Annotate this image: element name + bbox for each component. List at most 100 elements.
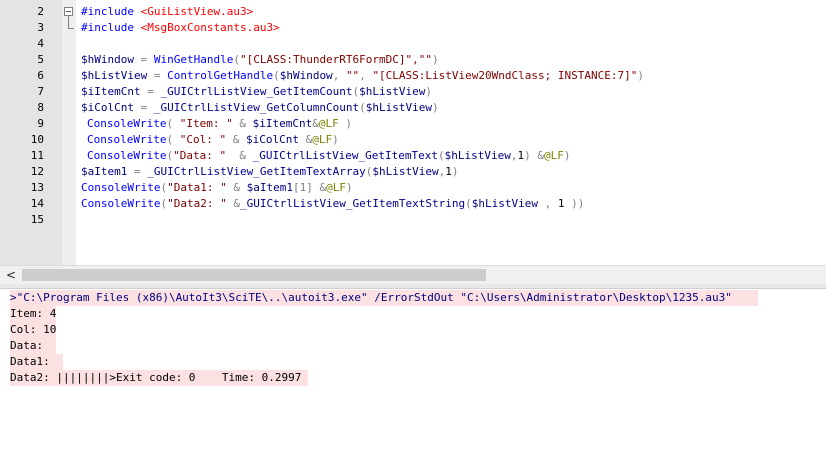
line-number: 15 xyxy=(30,213,44,226)
output-line: Col: 10 xyxy=(10,322,57,338)
operator: & xyxy=(312,181,327,194)
string-literal: "Data2: " xyxy=(167,197,227,210)
string-literal: "" xyxy=(345,69,360,82)
line-number: 14 xyxy=(30,197,44,210)
operator: = xyxy=(133,53,154,66)
comma: , xyxy=(359,69,373,82)
paren: ) xyxy=(524,149,531,162)
fold-line xyxy=(68,16,69,28)
macro: @LF xyxy=(544,149,564,162)
variable: $iColCnt xyxy=(81,101,134,114)
string-literal: "Item: " xyxy=(179,117,233,130)
macro: @LF xyxy=(318,117,339,130)
output-line: >"C:\Program Files (x86)\AutoIt3\SciTE\.… xyxy=(10,290,759,306)
line-number: 3 xyxy=(37,21,44,34)
string-literal: "[CLASS:ListView20WndClass; INSTANCE:7]" xyxy=(372,69,638,82)
line-number: 8 xyxy=(37,101,44,114)
paren: ( xyxy=(438,149,445,162)
fold-collapse-icon[interactable] xyxy=(64,7,73,16)
line-number: 11 xyxy=(30,149,44,162)
operator: & xyxy=(530,149,545,162)
operator: & xyxy=(226,149,253,162)
scrollbar-thumb[interactable] xyxy=(22,269,486,281)
code-line-5[interactable]: $hWindow = WinGetHandle("[CLASS:ThunderR… xyxy=(81,52,439,68)
fold-margin[interactable] xyxy=(62,0,76,265)
paren: ( xyxy=(273,69,280,82)
operator: & xyxy=(226,133,246,146)
number-literal: 1 xyxy=(445,165,452,178)
function-name: _GUICtrlListView_GetItemTextString xyxy=(239,197,466,210)
paren: )) xyxy=(564,197,585,210)
horizontal-scrollbar[interactable]: < xyxy=(0,265,826,284)
include-file: <MsgBoxConstants.au3> xyxy=(140,21,280,34)
paren: ( xyxy=(233,53,240,66)
code-line-13[interactable]: ConsoleWrite("Data1: " & $aItem1[1] &@LF… xyxy=(81,180,353,196)
operator: = xyxy=(133,101,154,114)
operator: & xyxy=(312,117,319,130)
line-number: 10 xyxy=(30,133,44,146)
paren: ( xyxy=(465,197,472,210)
variable: $iColCnt xyxy=(245,133,299,146)
code-line-12[interactable]: $aItem1 = _GUICtrlListView_GetItemTextAr… xyxy=(81,164,459,180)
variable: $iItemCnt xyxy=(81,85,141,98)
paren: ) xyxy=(637,69,644,82)
paren: ( xyxy=(166,117,180,130)
operator: & xyxy=(226,197,240,210)
paren: ( xyxy=(359,101,366,114)
code-line-6[interactable]: $hListView = ControlGetHandle($hWindow, … xyxy=(81,68,644,84)
code-line-7[interactable]: $iItemCnt = _GUICtrlListView_GetItemCoun… xyxy=(81,84,432,100)
paren: ) xyxy=(432,101,439,114)
comma: , xyxy=(538,197,558,210)
variable: $iItemCnt xyxy=(252,117,313,130)
function-name: ConsoleWrite xyxy=(87,149,167,162)
array-index: [1] xyxy=(292,181,313,194)
comma: , xyxy=(332,69,346,82)
string-literal: "Col: " xyxy=(179,133,227,146)
line-number: 12 xyxy=(30,165,44,178)
line-number: 5 xyxy=(37,53,44,66)
line-number: 9 xyxy=(37,117,44,130)
paren: ) xyxy=(345,181,353,194)
code-line-10[interactable]: ConsoleWrite( "Col: " & $iColCnt &@LF) xyxy=(87,132,339,148)
line-number: 4 xyxy=(37,37,44,50)
paren: ) xyxy=(563,149,571,162)
variable: $hListView xyxy=(444,149,511,162)
function-name: ConsoleWrite xyxy=(87,117,167,130)
variable: $aItem1 xyxy=(246,181,293,194)
paren: ) xyxy=(425,85,433,98)
code-line-14[interactable]: ConsoleWrite ( "Data2: " &_GUICtrlListView… xyxy=(81,196,584,212)
variable: $hListView xyxy=(365,101,433,114)
string-literal: "Data: " xyxy=(173,149,227,162)
code-line-8[interactable]: $iColCnt = _GUICtrlListView_GetColumnCou… xyxy=(81,100,439,116)
line-number: 2 xyxy=(37,5,44,18)
code-line-2[interactable]: #include <GuiListView.au3> xyxy=(81,4,253,20)
operator: & xyxy=(298,133,313,146)
line-number: 6 xyxy=(37,69,44,82)
code-line-11[interactable]: ConsoleWrite ( "Data: " & _GUICtrlListView… xyxy=(87,148,571,164)
paren: ) xyxy=(451,165,459,178)
include-directive: #include xyxy=(81,5,134,18)
output-pane[interactable]: >"C:\Program Files (x86)\AutoIt3\SciTE\.… xyxy=(0,289,826,460)
macro: @LF xyxy=(326,181,346,194)
operator: = xyxy=(140,85,161,98)
output-line: Data2: ||||||||>Exit code: 0 Time: 0.299… xyxy=(10,370,309,386)
number-literal: 1 xyxy=(557,197,565,210)
fold-end-marker xyxy=(68,28,74,29)
output-line: Item: 4 xyxy=(10,306,57,322)
code-line-9[interactable]: ConsoleWrite( "Item: " & $iItemCnt&@LF ) xyxy=(87,116,352,132)
function-name: _GUICtrlListView_GetItemText xyxy=(252,149,439,162)
paren: ) xyxy=(432,53,439,66)
scroll-left-icon[interactable]: < xyxy=(6,268,16,282)
variable: $hListView xyxy=(81,69,148,82)
code-line-3[interactable]: #include <MsgBoxConstants.au3> xyxy=(81,20,280,36)
variable: $aItem1 xyxy=(81,165,128,178)
function-name: ConsoleWrite xyxy=(81,181,161,194)
comma: , xyxy=(510,149,518,162)
variable: $hListView xyxy=(372,165,439,178)
macro: @LF xyxy=(312,133,333,146)
function-name: ConsoleWrite xyxy=(81,197,161,210)
function-name: ConsoleWrite xyxy=(87,133,167,146)
code-editor[interactable]: 2 3 4 5 6 7 8 9 10 11 12 13 14 15 #inclu… xyxy=(0,0,826,265)
